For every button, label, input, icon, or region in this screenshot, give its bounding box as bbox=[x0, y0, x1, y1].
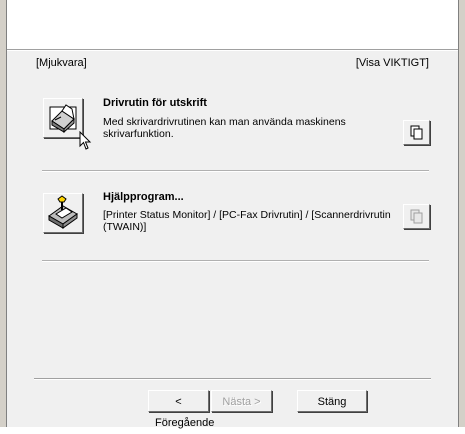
printer-driver-readme-button[interactable] bbox=[403, 120, 430, 145]
mouse-cursor-icon bbox=[79, 131, 92, 150]
view-important-link[interactable]: [Visa VIKTIGT] bbox=[356, 57, 429, 69]
utility-tools-icon bbox=[48, 195, 78, 229]
footer-separator bbox=[34, 378, 431, 380]
utilities-title[interactable]: Hjälpprogram... bbox=[103, 191, 184, 203]
printer-icon bbox=[49, 104, 77, 134]
utilities-readme-button[interactable] bbox=[403, 204, 430, 229]
window-border-left bbox=[0, 0, 7, 427]
window-border-right bbox=[458, 0, 465, 427]
next-button[interactable]: Nästa > bbox=[211, 390, 272, 412]
back-button[interactable]: < Föregående bbox=[148, 390, 214, 429]
printer-driver-title[interactable]: Drivrutin för utskrift bbox=[103, 97, 207, 109]
utilities-description: [Printer Status Monitor] / [PC-Fax Drivr… bbox=[103, 209, 391, 233]
option-separator bbox=[42, 170, 429, 172]
top-separator bbox=[7, 49, 458, 51]
printer-driver-description: Med skrivardrivrutinen kan man använda m… bbox=[103, 116, 346, 140]
document-icon bbox=[410, 125, 423, 140]
top-panel bbox=[7, 0, 458, 49]
utilities-button[interactable] bbox=[43, 193, 83, 233]
document-icon-disabled bbox=[410, 209, 423, 224]
installer-window: [Mjukvara] [Visa VIKTIGT] Drivrutin för … bbox=[0, 0, 465, 429]
printer-driver-button[interactable] bbox=[43, 98, 83, 138]
software-header-label: [Mjukvara] bbox=[36, 57, 87, 69]
option-separator bbox=[42, 260, 429, 262]
close-button[interactable]: Stäng bbox=[297, 390, 367, 412]
